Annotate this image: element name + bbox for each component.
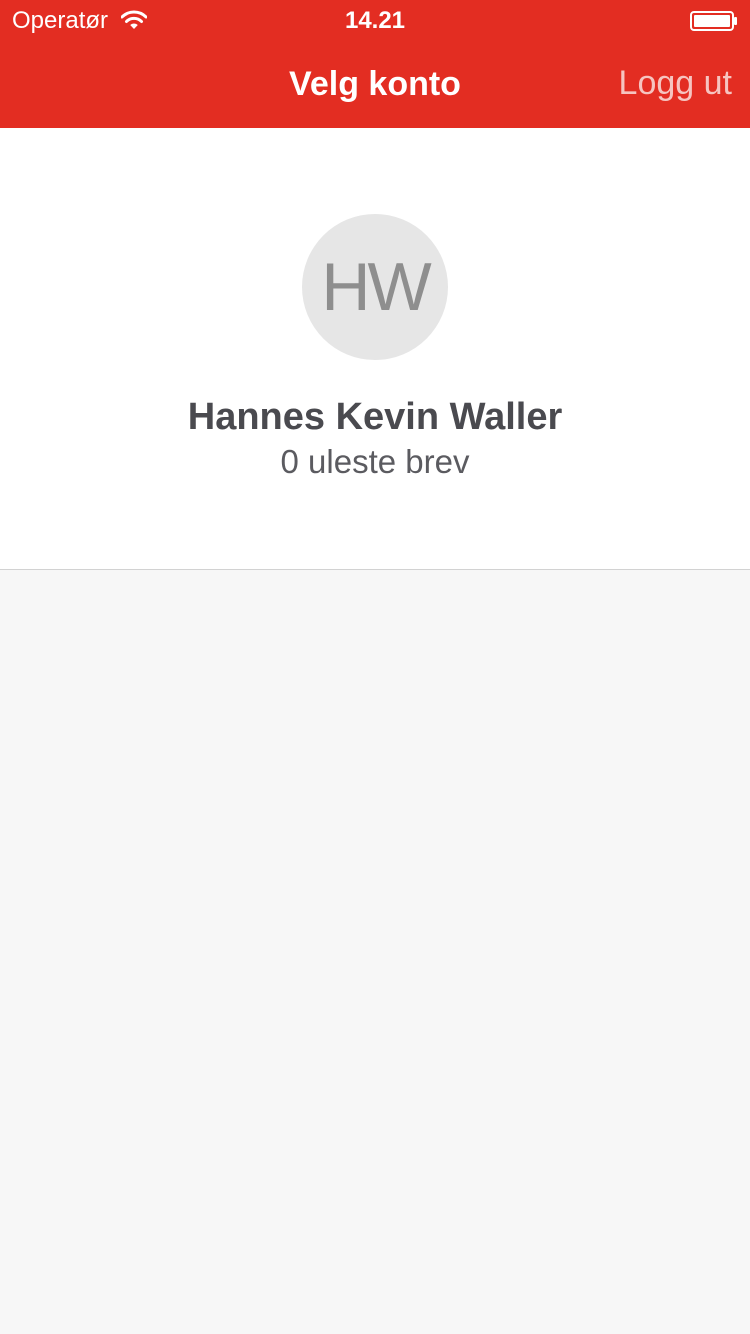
screen: Operatør 14.21 Velg konto Logg ut HW Han… bbox=[0, 0, 750, 1334]
avatar: HW bbox=[302, 214, 448, 360]
account-list-item[interactable]: HW Hannes Kevin Waller 0 uleste brev bbox=[0, 128, 750, 570]
battery-icon bbox=[690, 11, 738, 31]
logout-button[interactable]: Logg ut bbox=[619, 63, 732, 103]
account-name: Hannes Kevin Waller bbox=[187, 396, 563, 438]
header: Operatør 14.21 Velg konto Logg ut bbox=[0, 0, 750, 128]
clock: 14.21 bbox=[344, 7, 406, 34]
unread-count: 0 uleste brev bbox=[280, 443, 470, 480]
nav-bar: Velg konto Logg ut bbox=[0, 40, 750, 128]
status-bar: Operatør 14.21 bbox=[0, 0, 750, 40]
